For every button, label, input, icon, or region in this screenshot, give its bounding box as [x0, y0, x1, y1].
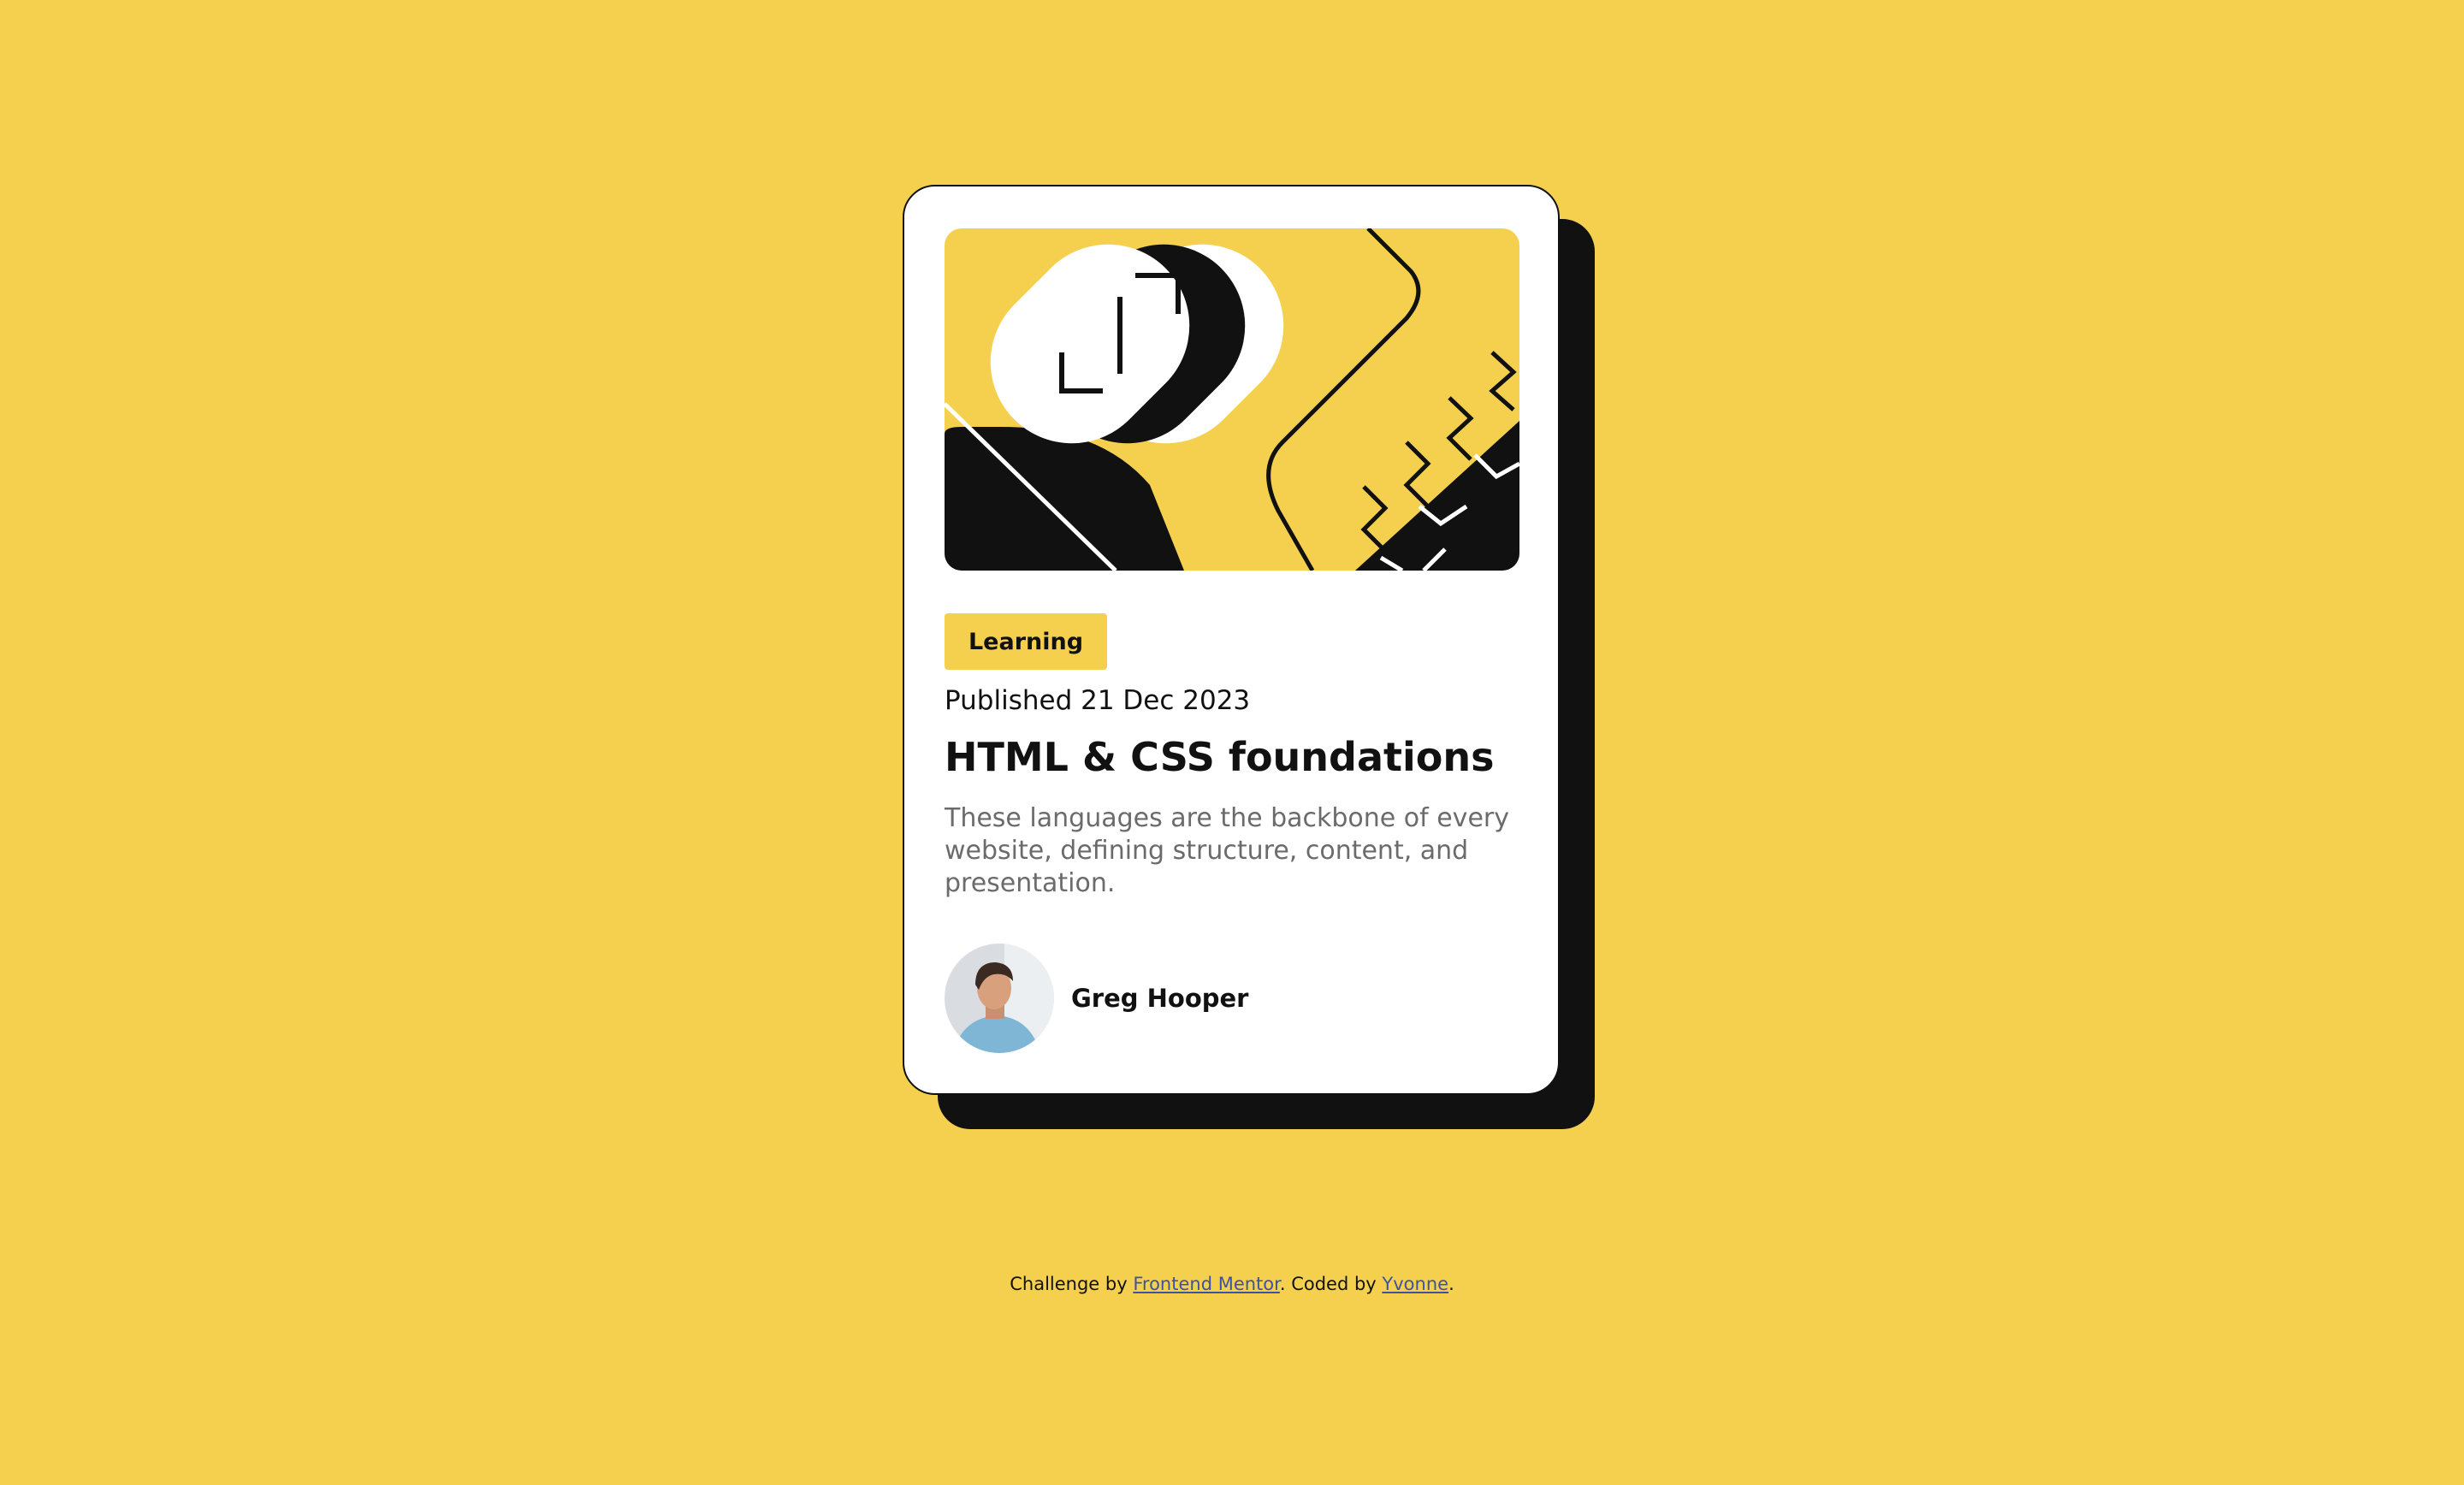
attribution: Challenge by Frontend Mentor. Coded by Y…	[0, 1274, 2464, 1294]
code-brackets-illustration-icon	[945, 228, 1519, 571]
author-name: Greg Hooper	[1071, 984, 1249, 1013]
attribution-middle: . Coded by	[1279, 1274, 1383, 1294]
attribution-suffix: .	[1448, 1274, 1454, 1294]
card-description: These languages are the backbone of ever…	[945, 803, 1509, 898]
author-avatar	[945, 944, 1054, 1053]
attribution-prefix: Challenge by	[1010, 1274, 1134, 1294]
coder-link[interactable]: Yvonne	[1382, 1274, 1448, 1294]
avatar-portrait-icon	[945, 944, 1054, 1053]
frontend-mentor-link[interactable]: Frontend Mentor	[1133, 1274, 1280, 1294]
category-tag: Learning	[945, 613, 1107, 670]
hero-illustration	[945, 228, 1519, 571]
author-info: Greg Hooper	[945, 944, 1248, 1053]
published-date: Published 21 Dec 2023	[945, 685, 1251, 716]
card-title[interactable]: HTML & CSS foundations	[945, 734, 1495, 780]
blog-preview-card: Learning Published 21 Dec 2023 HTML & CS…	[903, 185, 1560, 1095]
